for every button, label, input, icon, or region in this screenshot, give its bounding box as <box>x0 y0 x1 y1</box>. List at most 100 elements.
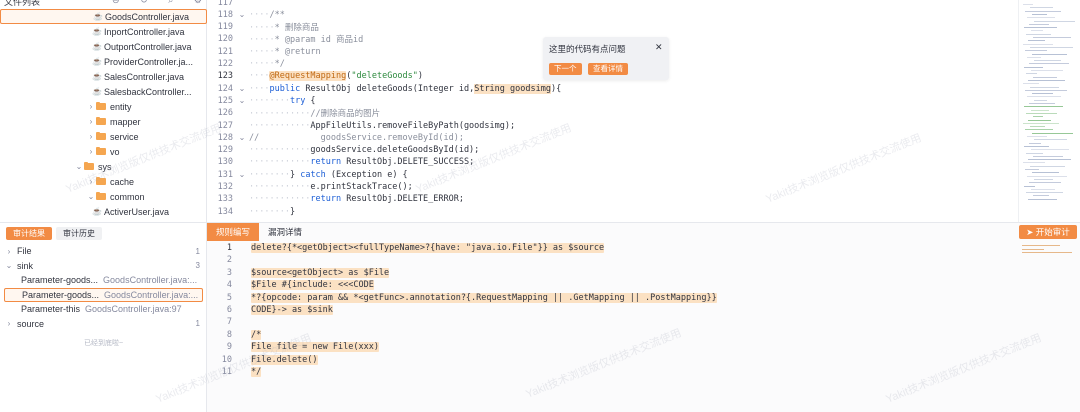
tree-folder[interactable]: › cache <box>0 174 207 189</box>
fold-chevron-icon[interactable]: ⌄ <box>235 96 249 105</box>
code-text: ············return ResultObj.DELETE_SUCC… <box>249 157 475 168</box>
fold-chevron-icon[interactable]: ⌄ <box>235 133 249 142</box>
fold-chevron-icon[interactable]: ⌄ <box>235 84 249 93</box>
chevron-down-icon[interactable]: ⌄ <box>4 261 14 270</box>
audit-group[interactable]: › File 1 <box>4 244 203 258</box>
rule-line[interactable]: 4 $File #{include: <<<CODE <box>207 279 374 291</box>
code-line[interactable]: 119 ·····* 删除商品 <box>207 22 1018 33</box>
line-number: 5 <box>226 292 232 303</box>
chevron-right-icon[interactable]: › <box>86 117 96 126</box>
tree-folder[interactable]: ⌄ sys <box>0 159 207 174</box>
code-line[interactable]: 117 <box>207 0 1018 8</box>
code-line[interactable]: 126 ············//删除商品的图片 <box>207 108 1018 119</box>
tree-file[interactable]: ☕ GoodsController.java <box>0 9 207 24</box>
code-line[interactable]: 118 ⌄ ····/** <box>207 9 1018 20</box>
minimap-line <box>1024 185 1035 187</box>
chevron-right-icon[interactable]: › <box>4 319 14 328</box>
rule-line[interactable]: 1 delete?{*<getObject><fullTypeName>?{hav… <box>207 242 605 254</box>
chevron-down-icon[interactable]: ⌄ <box>74 162 84 171</box>
code-line[interactable]: 124 ⌄ ····public ResultObj deleteGoods(Int… <box>207 83 1018 94</box>
fold-chevron-icon[interactable]: ⌄ <box>235 10 249 19</box>
rule-code-text: *?{opcode: param && *<getFunc>.annotatio… <box>251 292 717 303</box>
rule-line[interactable]: 6 CODE}-> as $sink <box>207 304 333 316</box>
tree-folder[interactable]: › vo <box>0 144 207 159</box>
rule-code-text: $File #{include: <<<CODE <box>251 280 374 291</box>
tab-audit-history[interactable]: 审计历史 <box>56 227 102 240</box>
start-audit-label: 开始审计 <box>1035 227 1070 237</box>
code-line[interactable]: 132 ············e.printStackTrace(); <box>207 182 1018 193</box>
rule-line[interactable]: 11 */ <box>207 366 262 378</box>
tab-audit-results[interactable]: 审计结果 <box>6 227 52 240</box>
audit-result-item[interactable]: Parameter-this GoodsController.java:97 <box>4 302 203 316</box>
editor-minimap[interactable] <box>1018 0 1080 222</box>
audit-result-item[interactable]: Parameter-goods... GoodsController.java:.… <box>4 273 203 287</box>
minimap-line <box>1026 112 1057 114</box>
tree-folder[interactable]: › mapper <box>0 114 207 129</box>
code-line[interactable]: 125 ⌄ ········try { <box>207 95 1018 106</box>
tab-vuln-details[interactable]: 漏洞详情 <box>259 223 311 241</box>
line-number: 131 <box>217 169 233 180</box>
minimap-line <box>1029 63 1069 65</box>
code-line[interactable]: 128 ⌄// goodsService.removeById(id); <box>207 132 1018 143</box>
line-number: 9 <box>226 342 232 353</box>
view-details-button[interactable]: 查看详情 <box>588 63 628 75</box>
code-line[interactable]: 133 ············return ResultObj.DELETE_E… <box>207 194 1018 205</box>
code-line[interactable]: 127 ············AppFileUtils.removeFileBy… <box>207 120 1018 131</box>
next-issue-button[interactable]: 下一个 <box>549 63 582 75</box>
chevron-right-icon[interactable]: › <box>86 177 96 186</box>
close-icon[interactable]: ✕ <box>655 42 663 53</box>
chevron-right-icon[interactable]: › <box>86 147 96 156</box>
settings-icon[interactable]: ⚙ <box>194 0 202 6</box>
audit-result-item[interactable]: Parameter-goods... GoodsController.java:.… <box>4 287 203 302</box>
panel-divider[interactable] <box>0 222 207 223</box>
audit-group[interactable]: › source 1 <box>4 317 203 331</box>
code-line[interactable]: 129 ············goodsService.deleteGoodsB… <box>207 145 1018 156</box>
audit-item-location: GoodsController.java:... <box>104 289 199 300</box>
tab-rule-editor[interactable]: 规则编写 <box>207 223 260 241</box>
rule-line[interactable]: 2 <box>207 254 251 266</box>
file-tree-header: 文件列表 ⊖ ↻ ⌕ ⚙ <box>0 0 207 8</box>
tree-file[interactable]: ☕ InportController.java <box>0 24 207 39</box>
audit-group[interactable]: ⌄ sink 3 <box>4 259 203 273</box>
rule-line[interactable]: 8 /* <box>207 329 262 341</box>
minimap-line <box>1026 33 1051 35</box>
folder-icon <box>84 162 94 170</box>
tree-item-label: sys <box>98 161 112 172</box>
tree-folder[interactable]: › service <box>0 129 207 144</box>
fold-chevron-icon[interactable]: ⌄ <box>235 170 249 179</box>
rule-line[interactable]: 3 $source<getObject> as $File <box>207 267 390 279</box>
collapse-icon[interactable]: ⊖ <box>112 0 120 6</box>
line-number: 125 <box>217 95 233 106</box>
chevron-right-icon[interactable]: › <box>4 247 14 256</box>
chevron-right-icon[interactable]: › <box>86 102 96 111</box>
code-text: ············goodsService.deleteGoodsById… <box>249 145 480 156</box>
tree-folder[interactable]: ⌄ common <box>0 189 207 204</box>
search-icon[interactable]: ⌕ <box>168 0 173 6</box>
rule-line[interactable]: 10 File.delete() <box>207 354 318 366</box>
rule-line[interactable]: 5 *?{opcode: param && *<getFunc>.annotati… <box>207 292 717 304</box>
code-text: ·····* @return <box>249 46 321 57</box>
line-number: 121 <box>217 46 233 57</box>
rule-line[interactable]: 9 File file = new File(xxx) <box>207 341 379 353</box>
tree-file[interactable]: ☕ OutportController.java <box>0 39 207 54</box>
minimap-line <box>1033 195 1049 197</box>
minimap-line <box>1034 139 1067 141</box>
rule-line[interactable]: 7 <box>207 316 251 328</box>
code-editor[interactable]: 117 118 ⌄ ····/** 119 ·····* 删除商品 120 ·····* @p… <box>207 0 1018 222</box>
folder-icon <box>96 117 106 125</box>
code-line[interactable]: 134 ········} <box>207 206 1018 217</box>
code-line[interactable]: 130 ············return ResultObj.DELETE_S… <box>207 157 1018 168</box>
refresh-icon[interactable]: ↻ <box>140 0 148 6</box>
file-tree-toolbar: ⊖ ↻ ⌕ ⚙ <box>112 0 202 6</box>
code-line[interactable]: 131 ⌄ ········} catch (Exception e) { <box>207 169 1018 180</box>
tree-folder[interactable]: › entity <box>0 99 207 114</box>
tree-file[interactable]: ☕ ActiverUser.java <box>0 204 207 219</box>
tree-file[interactable]: ☕ ProviderController.ja... <box>0 54 207 69</box>
tree-item-label: GoodsController.java <box>105 11 190 22</box>
tree-file[interactable]: ☕ SalesbackController... <box>0 84 207 99</box>
rule-minimap[interactable] <box>1020 243 1080 273</box>
start-audit-button[interactable]: ➤ 开始审计 <box>1019 225 1077 239</box>
tree-file[interactable]: ☕ SalesController.java <box>0 69 207 84</box>
chevron-down-icon[interactable]: ⌄ <box>86 192 96 201</box>
chevron-right-icon[interactable]: › <box>86 132 96 141</box>
